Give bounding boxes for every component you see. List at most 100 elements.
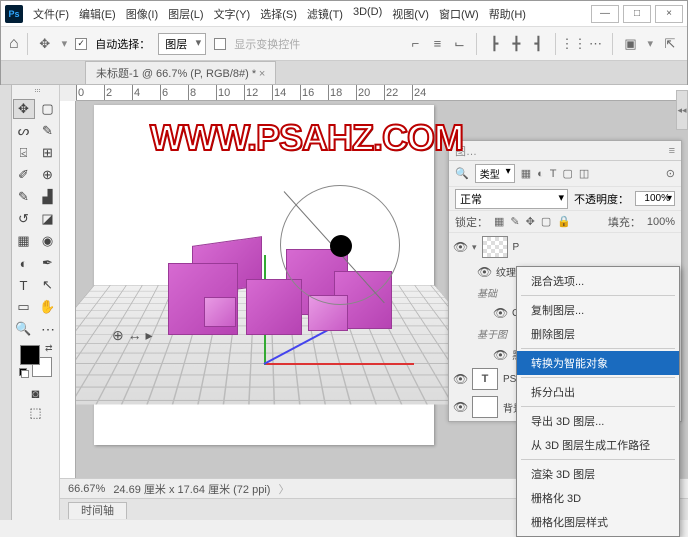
quick-select-tool[interactable]: ✎	[37, 121, 59, 141]
context-menu-item[interactable]: 栅格化 3D	[517, 486, 679, 510]
context-menu-item[interactable]: 混合选项...	[517, 269, 679, 293]
auto-select-checkbox[interactable]: ✓	[75, 38, 87, 50]
filter-adjust-icon[interactable]: ◐	[537, 168, 544, 180]
blend-mode-dropdown[interactable]: 正常	[455, 189, 568, 209]
panel-menu-icon[interactable]: ≡	[669, 145, 675, 157]
align-right-icon[interactable]: ┫	[529, 35, 547, 53]
visibility-icon[interactable]: 👁	[453, 372, 467, 386]
align-top-icon[interactable]: ⌐	[406, 35, 424, 53]
lock-position-icon[interactable]: ✥	[526, 215, 535, 228]
menu-window[interactable]: 窗口(W)	[435, 3, 483, 25]
healing-tool[interactable]: ⊕	[37, 165, 59, 185]
context-menu-item[interactable]: 转换为智能对象	[517, 351, 679, 375]
align-bot-icon[interactable]: ⌙	[450, 35, 468, 53]
menu-3d[interactable]: 3D(D)	[349, 3, 386, 25]
lock-transparent-icon[interactable]: ▦	[494, 215, 504, 228]
screen-mode-tool[interactable]: ⬚	[25, 403, 47, 423]
3d-mode-icon[interactable]: ▣	[621, 35, 639, 53]
close-button[interactable]: ×	[655, 5, 683, 23]
visibility-icon[interactable]: 👁	[477, 265, 491, 279]
context-menu-item[interactable]: 从 3D 图层生成工作路径	[517, 433, 679, 457]
zoom-level[interactable]: 66.67%	[68, 483, 105, 495]
align-mid-icon[interactable]: ≡	[428, 35, 446, 53]
context-menu-item[interactable]: 复制图层...	[517, 298, 679, 322]
panel-collapse-icon[interactable]: ◂◂	[676, 90, 688, 130]
stamp-tool[interactable]: ▟	[37, 187, 59, 207]
minimize-button[interactable]: —	[591, 5, 619, 23]
frame-tool[interactable]: ⊞	[37, 143, 59, 163]
edit-toolbar[interactable]: ⋯	[37, 319, 59, 339]
menu-layer[interactable]: 图层(L)	[164, 3, 207, 25]
foreground-color[interactable]	[20, 345, 40, 365]
filter-shape-icon[interactable]: ▢	[563, 167, 573, 180]
pen-tool[interactable]: ✒	[37, 253, 59, 273]
layer-thumbnail[interactable]: T	[472, 368, 498, 390]
3d-move-gizmo[interactable]: ⊕ ↔ ▸	[112, 327, 172, 343]
document-tab[interactable]: 未标题-1 @ 66.7% (P, RGB/8#) * ×	[85, 61, 276, 84]
show-transform-checkbox[interactable]	[214, 38, 226, 50]
home-icon[interactable]: ⌂	[9, 35, 19, 53]
visibility-icon[interactable]: 👁	[453, 400, 467, 414]
visibility-icon[interactable]: 👁	[493, 306, 507, 320]
document-dimensions[interactable]: 24.69 厘米 x 17.64 厘米 (72 ppi)	[113, 481, 270, 497]
brush-tool[interactable]: ✎	[13, 187, 35, 207]
context-menu-item[interactable]: 渲染 3D 图层	[517, 462, 679, 486]
hand-tool[interactable]: ✋	[37, 297, 59, 317]
distribute-icon[interactable]: ⋮⋮	[564, 35, 582, 53]
menu-edit[interactable]: 编辑(E)	[75, 3, 120, 25]
gradient-tool[interactable]: ▦	[13, 231, 35, 251]
context-menu-item[interactable]: 导出 3D 图层...	[517, 409, 679, 433]
tab-close-icon[interactable]: ×	[259, 68, 265, 80]
blur-tool[interactable]: ◉	[37, 231, 59, 251]
context-menu-item[interactable]: 栅格化图层样式	[517, 510, 679, 534]
dodge-tool[interactable]: ◐	[13, 253, 35, 273]
eyedropper-tool[interactable]: ✐	[13, 165, 35, 185]
align-left-icon[interactable]: ┣	[485, 35, 503, 53]
path-select-tool[interactable]: ↖	[37, 275, 59, 295]
layer-row[interactable]: 👁 ▾ P	[449, 233, 681, 261]
fill-field[interactable]: 100%	[647, 216, 675, 228]
visibility-icon[interactable]: 👁	[453, 240, 467, 254]
menu-image[interactable]: 图像(I)	[122, 3, 162, 25]
timeline-tab-label[interactable]: 时间轴	[68, 502, 127, 519]
zoom-tool[interactable]: 🔍	[13, 319, 35, 339]
menu-help[interactable]: 帮助(H)	[485, 3, 530, 25]
lasso-tool[interactable]: ᔕ	[13, 121, 35, 141]
menu-file[interactable]: 文件(F)	[29, 3, 73, 25]
history-brush-tool[interactable]: ↺	[13, 209, 35, 229]
menu-view[interactable]: 视图(V)	[388, 3, 433, 25]
menu-type[interactable]: 文字(Y)	[210, 3, 255, 25]
context-menu-item[interactable]: 删除图层	[517, 322, 679, 346]
type-tool[interactable]: T	[13, 275, 35, 295]
share-icon[interactable]: ⇱	[661, 35, 679, 53]
context-menu-item[interactable]: 拆分凸出	[517, 380, 679, 404]
lock-paint-icon[interactable]: ✎	[510, 215, 519, 228]
align-center-icon[interactable]: ╋	[507, 35, 525, 53]
visibility-icon[interactable]: 👁	[493, 348, 507, 362]
panel-tab-icon[interactable]: 图…	[455, 143, 477, 159]
document[interactable]: ⊕ ↔ ▸	[94, 105, 434, 445]
filter-toggle-icon[interactable]: ⊙	[666, 167, 675, 180]
opacity-field[interactable]: 100%	[635, 191, 675, 206]
layer-thumbnail[interactable]	[472, 396, 498, 418]
layer-name[interactable]: P	[513, 242, 677, 253]
filter-smart-icon[interactable]: ◫	[579, 167, 589, 180]
menu-select[interactable]: 选择(S)	[256, 3, 301, 25]
layer-filter-dropdown[interactable]: 类型	[475, 164, 515, 183]
quick-mask-tool[interactable]: ◙	[25, 383, 47, 403]
auto-select-dropdown[interactable]: 图层	[158, 33, 206, 55]
default-colors-icon[interactable]	[19, 368, 29, 378]
3d-rotate-knob[interactable]	[330, 235, 352, 257]
filter-pixel-icon[interactable]: ▦	[521, 167, 531, 180]
eraser-tool[interactable]: ◪	[37, 209, 59, 229]
maximize-button[interactable]: □	[623, 5, 651, 23]
color-swatch[interactable]: ⇄	[20, 345, 52, 377]
left-panel-collapse[interactable]	[0, 85, 12, 520]
menu-filter[interactable]: 滤镜(T)	[303, 3, 347, 25]
ruler-vertical[interactable]	[60, 101, 76, 478]
swap-colors-icon[interactable]: ⇄	[45, 343, 53, 354]
marquee-tool[interactable]: ▢	[37, 99, 59, 119]
filter-type-icon[interactable]: T	[550, 168, 557, 180]
lock-artboard-icon[interactable]: ▢	[541, 215, 551, 228]
rectangle-tool[interactable]: ▭	[13, 297, 35, 317]
